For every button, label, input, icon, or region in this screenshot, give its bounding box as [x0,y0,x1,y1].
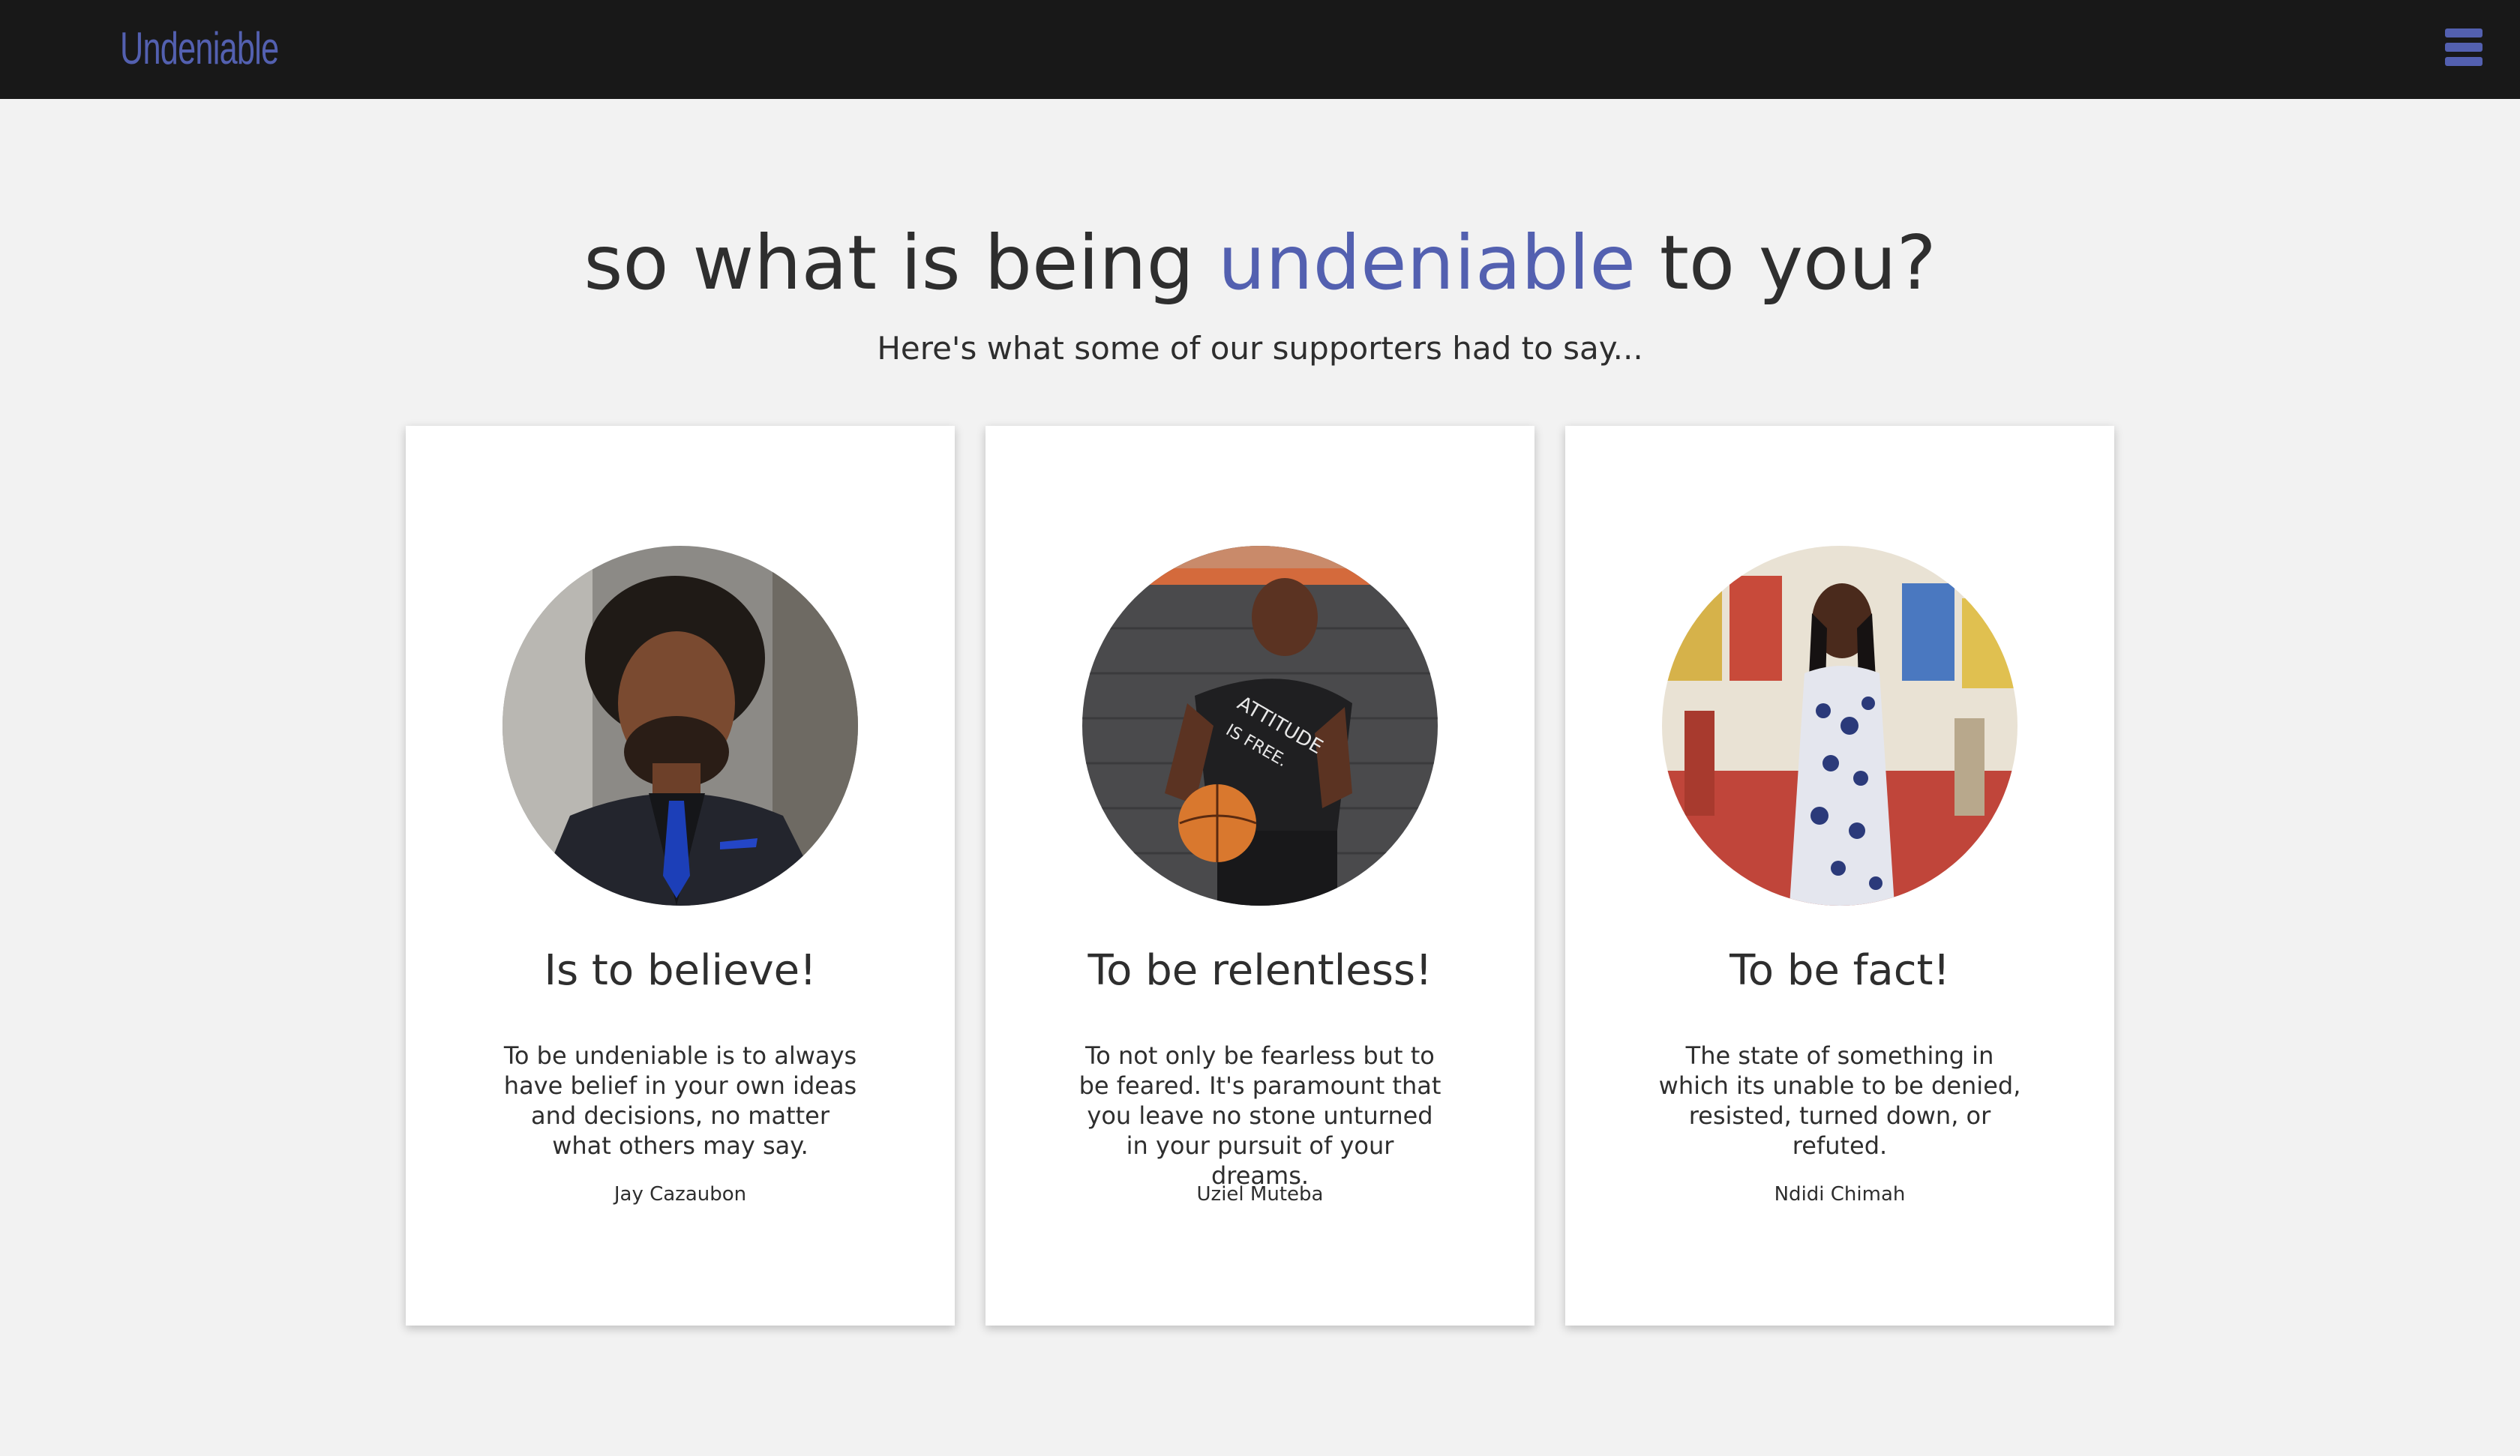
testimonial-photo: ATTITUDE IS FREE. [1082,546,1438,906]
portrait-photo-basketball: ATTITUDE IS FREE. [1082,546,1438,906]
testimonial-author: Uziel Muteba [1196,1183,1324,1206]
testimonial-author: Jay Cazaubon [614,1183,747,1206]
testimonial-card-1: Is to believe! To be undeniable is to al… [406,426,955,1326]
page-subheading: Here's what some of our supporters had t… [877,330,1643,367]
portrait-photo-event [1662,546,2018,906]
heading-accent-word: undeniable [1217,219,1636,307]
menu-bar-middle [2445,43,2482,52]
hamburger-menu-icon[interactable] [2445,28,2482,66]
menu-bar-bottom [2445,57,2482,66]
testimonial-title: To be relentless! [1088,946,1432,995]
portrait-photo-suit [502,546,858,906]
testimonial-quote: The state of something in which its unab… [1658,1041,2021,1160]
testimonial-quote: To be undeniable is to always have belie… [503,1041,857,1160]
testimonial-title: Is to believe! [544,946,817,995]
testimonial-title: To be fact! [1730,946,1950,995]
testimonial-quote: To not only be fearless but to be feared… [1078,1041,1442,1190]
testimonial-card-3: To be fact! The state of something in wh… [1565,426,2114,1326]
menu-bar-top [2445,28,2482,37]
heading-text-before: so what is being [584,219,1218,307]
brand-logo[interactable]: Undeniable [120,22,279,74]
page-heading: so what is being undeniable to you? [0,219,2520,307]
testimonial-photo [502,546,858,906]
testimonial-card-2: ATTITUDE IS FREE. To be relentless! To n… [986,426,1534,1326]
testimonial-photo [1662,546,2018,906]
heading-text-after: to you? [1635,219,1936,307]
testimonial-author: Ndidi Chimah [1774,1183,1906,1206]
top-navbar: Undeniable [0,0,2520,99]
